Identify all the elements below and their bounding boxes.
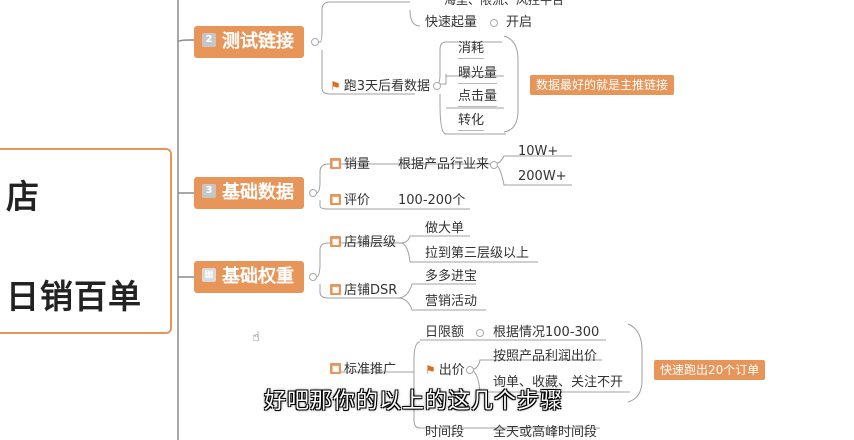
branch-label: 测试链接 bbox=[222, 31, 294, 52]
task-icon: ■ bbox=[330, 363, 341, 374]
collapse-toggle[interactable] bbox=[311, 38, 319, 46]
sales-value: 10W+ bbox=[518, 144, 559, 159]
quick-rank-value: 开启 bbox=[506, 15, 533, 30]
root-title-line1: 店 bbox=[6, 177, 40, 216]
bid-node[interactable]: ⚑ 出价 bbox=[425, 362, 465, 379]
task-icon: ■ bbox=[330, 284, 341, 295]
sales-label: 销量 bbox=[344, 157, 371, 172]
quick-rank-toggle[interactable] bbox=[490, 19, 498, 27]
sales-toggle[interactable] bbox=[490, 161, 498, 169]
video-subtitle: 好吧那你的以上的这几个步骤 bbox=[264, 389, 564, 414]
bid-toggle[interactable] bbox=[466, 366, 474, 374]
metric-item: 消耗 bbox=[458, 41, 485, 59]
sales-node[interactable]: ■ 销量 bbox=[330, 157, 370, 173]
summary-note: 数据最好的就是主推链接 bbox=[530, 75, 675, 95]
three-day-label: 跑3天后看数据 bbox=[343, 79, 431, 94]
task-icon: ■ bbox=[330, 236, 341, 247]
time-slot-value: 全天或高峰时间段 bbox=[493, 425, 598, 440]
task-icon: ■ bbox=[330, 158, 341, 169]
shop-dsr-item: 营销活动 bbox=[425, 294, 478, 309]
promo-note: 快速跑出20个订单 bbox=[654, 360, 766, 380]
metric-item: 曝光量 bbox=[458, 66, 498, 84]
shop-dsr-node[interactable]: ■ 店铺DSR bbox=[330, 283, 397, 299]
quick-rank-label: 快速起量 bbox=[425, 15, 478, 30]
three-day-toggle[interactable] bbox=[433, 82, 441, 90]
shop-dsr-label: 店铺DSR bbox=[344, 283, 398, 298]
shop-level-label: 店铺层级 bbox=[344, 235, 397, 250]
branch-test-link[interactable]: 2 测试链接 bbox=[194, 26, 304, 58]
grid-icon: ▦ bbox=[202, 268, 216, 282]
daily-limit-toggle[interactable] bbox=[476, 329, 484, 337]
shop-level-item: 拉到第三层级以上 bbox=[425, 246, 530, 261]
standard-promo-label: 标准推广 bbox=[344, 362, 397, 377]
metric-item: 转化 bbox=[458, 113, 485, 131]
review-value: 100-200个 bbox=[398, 193, 466, 208]
metric-item: 点击量 bbox=[458, 89, 498, 107]
root-node[interactable]: 店 日销百单 bbox=[0, 148, 172, 334]
branch-number-badge: 3 bbox=[202, 184, 216, 198]
daily-limit-value: 根据情况100-300 bbox=[493, 325, 600, 340]
branch-number-badge: 2 bbox=[202, 33, 216, 47]
sales-value: 200W+ bbox=[518, 169, 567, 184]
review-label: 评价 bbox=[344, 193, 371, 208]
review-node[interactable]: ■ 评价 bbox=[330, 193, 370, 209]
root-title-line2: 日销百单 bbox=[6, 277, 142, 316]
shop-level-item: 做大单 bbox=[425, 221, 465, 236]
branch-basic-data[interactable]: 3 基础数据 bbox=[194, 177, 304, 209]
task-icon: ■ bbox=[330, 194, 341, 205]
sales-basis: 根据产品行业来 bbox=[398, 157, 490, 172]
collapse-toggle[interactable] bbox=[309, 189, 317, 197]
daily-limit-label: 日限额 bbox=[425, 325, 465, 340]
branch-label: 基础数据 bbox=[222, 182, 294, 203]
collapse-toggle[interactable] bbox=[309, 273, 317, 281]
time-slot-label: 时间段 bbox=[425, 425, 465, 440]
bid-label: 出价 bbox=[438, 363, 465, 378]
three-day-data-node[interactable]: ⚑ 跑3天后看数据 bbox=[330, 78, 430, 95]
branch-label: 基础权重 bbox=[222, 266, 294, 287]
mindmap-canvas: 店 日销百单 2 测试链接 海里、限流、风控平台 快速起量 开启 ⚑ 跑3天后看数据… bbox=[0, 0, 854, 440]
partial-item-top: 海里、限流、风控平台 bbox=[444, 0, 565, 7]
shop-level-node[interactable]: ■ 店铺层级 bbox=[330, 235, 396, 251]
shop-dsr-item: 多多进宝 bbox=[425, 269, 478, 284]
mouse-cursor-icon: ☝ bbox=[252, 330, 260, 345]
branch-basic-weight[interactable]: ▦ 基础权重 bbox=[194, 261, 304, 293]
flag-icon: ⚑ bbox=[425, 363, 436, 377]
flag-icon: ⚑ bbox=[330, 79, 341, 93]
standard-promo-node[interactable]: ■ 标准推广 bbox=[330, 362, 396, 378]
bid-item: 按照产品利润出价 bbox=[493, 349, 598, 364]
